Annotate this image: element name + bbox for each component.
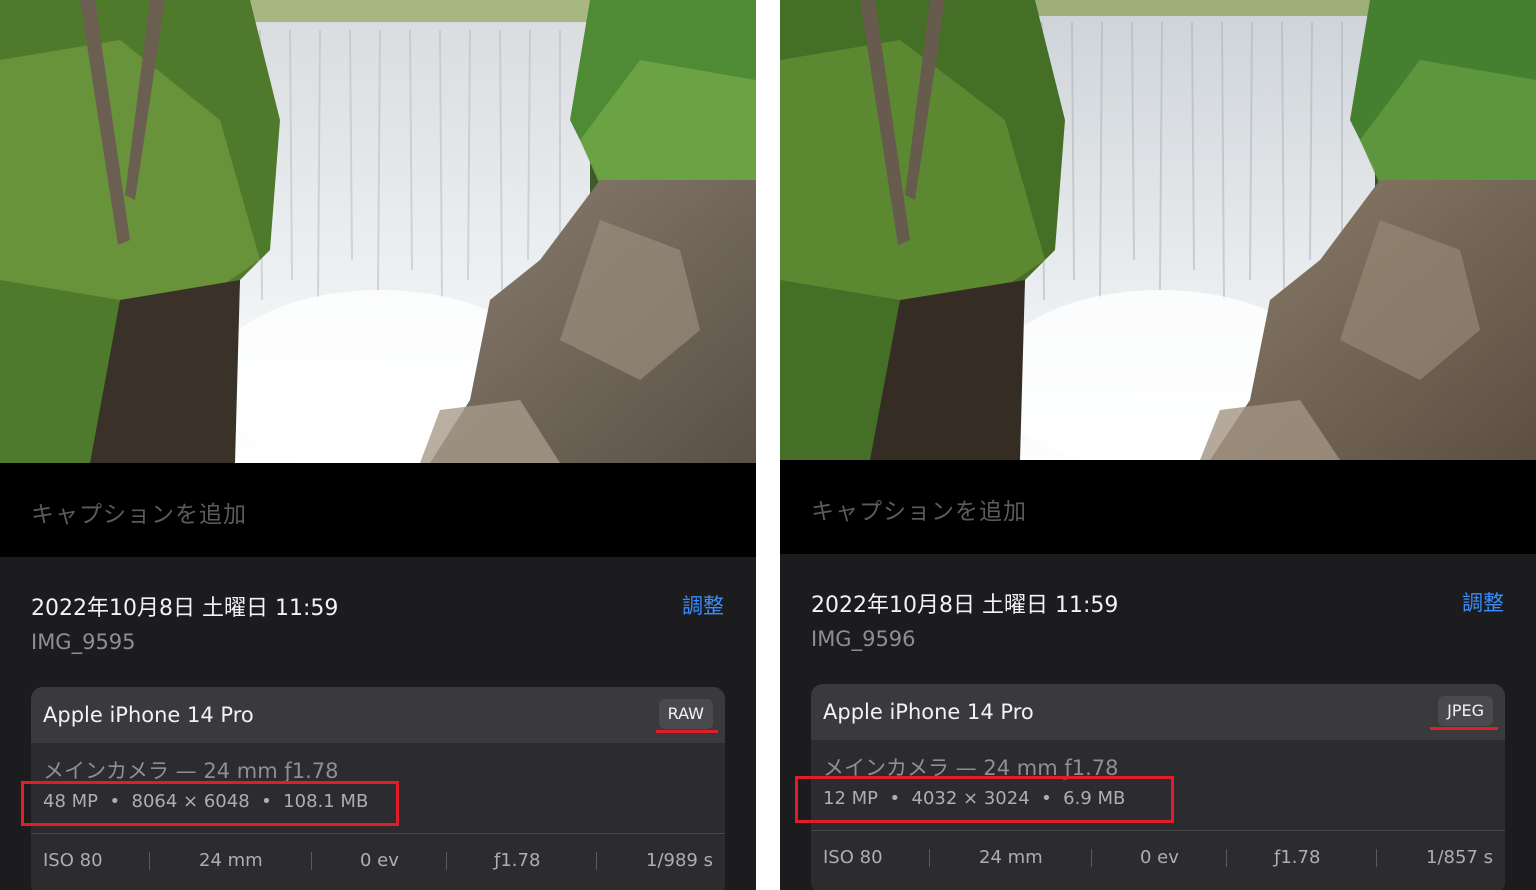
caption-placeholder[interactable]: キャプションを追加 bbox=[811, 492, 1027, 526]
photo-info-panel-right: キャプションを追加 2022年10月8日 土曜日 11:59 調整 IMG_95… bbox=[780, 0, 1536, 890]
waterfall-photo[interactable] bbox=[780, 0, 1536, 463]
exif-exposure-bias: 0 ev bbox=[1140, 847, 1179, 868]
camera-info-header: Apple iPhone 14 Pro JPEG bbox=[811, 684, 1505, 740]
exif-aperture: ƒ1.78 bbox=[494, 850, 541, 871]
exif-row: ISO 80 24 mm 0 ev ƒ1.78 1/989 s bbox=[31, 850, 725, 876]
format-badge: JPEG bbox=[1438, 696, 1493, 726]
device-name: Apple iPhone 14 Pro bbox=[43, 703, 254, 727]
photo-info-panel-left: キャプションを追加 2022年10月8日 土曜日 11:59 調整 IMG_95… bbox=[0, 0, 756, 890]
exif-iso: ISO 80 bbox=[823, 847, 883, 868]
exif-aperture: ƒ1.78 bbox=[1274, 847, 1321, 868]
caption-area[interactable]: キャプションを追加 bbox=[780, 460, 1536, 554]
exif-row: ISO 80 24 mm 0 ev ƒ1.78 1/857 s bbox=[811, 847, 1505, 873]
exif-focal-length: 24 mm bbox=[199, 850, 263, 871]
exif-focal-length: 24 mm bbox=[979, 847, 1043, 868]
device-name: Apple iPhone 14 Pro bbox=[823, 700, 1034, 724]
photo-filename: IMG_9596 bbox=[811, 627, 916, 651]
adjust-button[interactable]: 調整 bbox=[1462, 587, 1504, 617]
exif-separator bbox=[149, 852, 150, 870]
exif-separator bbox=[1226, 849, 1227, 867]
photo-filename: IMG_9595 bbox=[31, 630, 136, 654]
exif-separator bbox=[446, 852, 447, 870]
exif-shutter-speed: 1/857 s bbox=[1426, 847, 1493, 868]
specs-highlight-box bbox=[795, 776, 1174, 823]
format-highlight-underline bbox=[1430, 727, 1498, 730]
camera-info-header: Apple iPhone 14 Pro RAW bbox=[31, 687, 725, 743]
format-highlight-underline bbox=[656, 730, 718, 733]
exif-separator bbox=[1376, 849, 1377, 867]
exif-separator bbox=[1091, 849, 1092, 867]
exif-separator bbox=[596, 852, 597, 870]
exif-separator bbox=[311, 852, 312, 870]
exif-separator bbox=[929, 849, 930, 867]
waterfall-photo[interactable] bbox=[0, 0, 756, 463]
specs-highlight-box bbox=[21, 781, 399, 826]
exif-iso: ISO 80 bbox=[43, 850, 103, 871]
caption-area[interactable]: キャプションを追加 bbox=[0, 463, 756, 557]
adjust-button[interactable]: 調整 bbox=[682, 590, 724, 620]
exif-shutter-speed: 1/989 s bbox=[646, 850, 713, 871]
photo-date: 2022年10月8日 土曜日 11:59 bbox=[811, 593, 1119, 618]
format-badge: RAW bbox=[658, 699, 713, 729]
card-divider bbox=[811, 830, 1505, 831]
card-divider bbox=[31, 833, 725, 834]
caption-placeholder[interactable]: キャプションを追加 bbox=[31, 495, 247, 529]
photo-date: 2022年10月8日 土曜日 11:59 bbox=[31, 596, 339, 621]
exif-exposure-bias: 0 ev bbox=[360, 850, 399, 871]
